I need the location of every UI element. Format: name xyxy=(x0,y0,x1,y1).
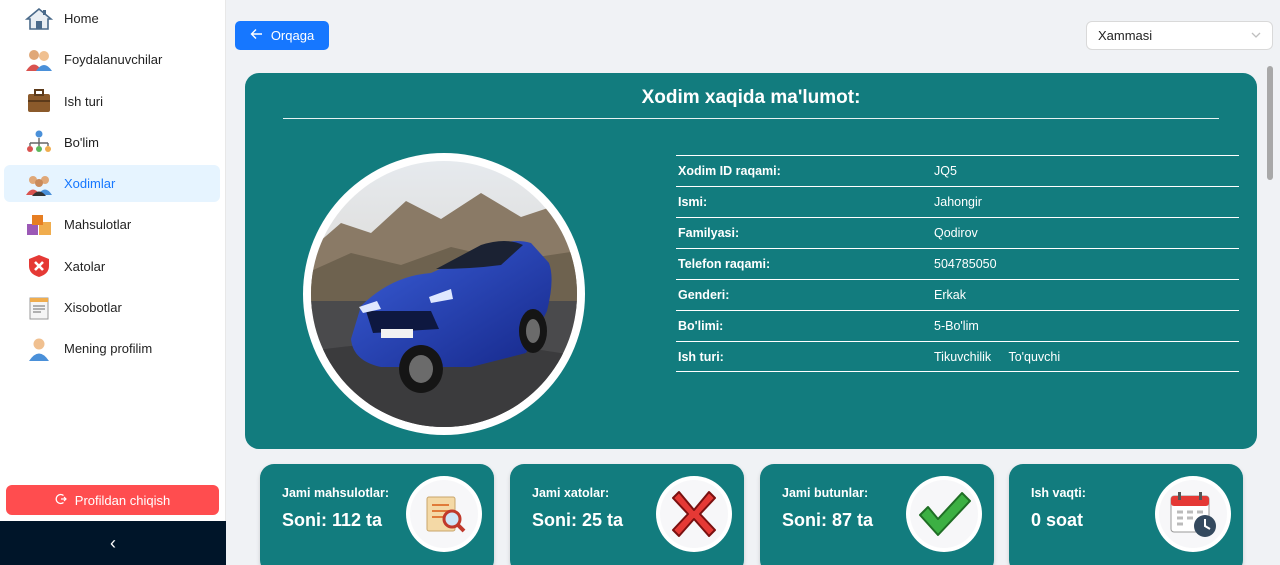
arrow-left-icon xyxy=(250,28,263,43)
sidebar-item-mahsulotlar[interactable]: Mahsulotlar xyxy=(4,206,220,243)
detail-value: Jahongir xyxy=(934,195,982,209)
sidebar-item-mening-profilim[interactable]: Mening profilim xyxy=(4,330,220,367)
stat-label: Jami butunlar: xyxy=(782,486,869,500)
employee-avatar xyxy=(303,153,585,435)
table-row: Familyasi: Qodirov xyxy=(676,217,1239,248)
employees-icon xyxy=(24,171,54,197)
products-icon xyxy=(24,212,54,238)
work-type-tag: To'quvchi xyxy=(1008,349,1061,364)
users-icon xyxy=(24,47,54,73)
sidebar-item-xisobotlar[interactable]: Xisobotlar xyxy=(4,289,220,326)
magnifier-document-icon xyxy=(406,476,482,552)
scrollbar-thumb[interactable] xyxy=(1267,66,1273,180)
sidebar-item-label: Bo'lim xyxy=(64,134,99,150)
employee-details-table: Xodim ID raqami: JQ5 Ismi: Jahongir Fami… xyxy=(676,155,1239,372)
sidebar-item-label: Ish turi xyxy=(64,93,104,109)
org-chart-icon xyxy=(24,129,54,155)
sidebar-menu: Home Foydalanuvchilar Ish turi Bo'lim Xo… xyxy=(4,0,220,372)
stat-value: 0 soat xyxy=(1031,510,1084,530)
info-card-title: Xodim xaqida ma'lumot: xyxy=(641,87,861,108)
table-row: Ismi: Jahongir xyxy=(676,186,1239,217)
detail-label: Ish turi: xyxy=(678,349,724,364)
sidebar-item-label: Home xyxy=(64,11,99,26)
profile-icon xyxy=(24,336,54,362)
detail-value: Erkak xyxy=(934,288,966,302)
back-button[interactable]: Orqaga xyxy=(235,21,329,50)
detail-value: JQ5 xyxy=(934,164,957,178)
sidebar-item-label: Mahsulotlar xyxy=(64,217,132,233)
detail-label: Ismi: xyxy=(678,195,708,209)
stat-card-xatolar: Jami xatolar: Soni: 25 ta xyxy=(510,464,744,565)
logout-label: Profildan chiqish xyxy=(74,492,171,508)
stat-value: Soni: 25 ta xyxy=(532,510,624,530)
filter-select[interactable]: Xammasi xyxy=(1086,21,1273,50)
stat-label: Jami mahsulotlar: xyxy=(282,486,389,500)
table-row: Telefon raqami: 504785050 xyxy=(676,248,1239,279)
title-divider xyxy=(283,118,1219,119)
stat-value: Soni: 112 ta xyxy=(282,510,383,530)
stat-value: Soni: 87 ta xyxy=(782,510,874,530)
sidebar-item-label: Xodimlar xyxy=(64,176,116,192)
detail-label: Telefon raqami: xyxy=(678,257,771,271)
table-row: Xodim ID raqami: JQ5 xyxy=(676,155,1239,186)
sidebar-item-label: Foydalanuvchilar xyxy=(64,52,163,68)
table-row: Ish turi: Tikuvchilik To'quvchi xyxy=(676,341,1239,372)
detail-value: 5-Bo'lim xyxy=(934,319,979,333)
stat-label: Jami xatolar: xyxy=(532,486,610,500)
stat-card-mahsulotlar: Jami mahsulotlar: Soni: 112 ta xyxy=(260,464,494,565)
employee-info-card: Xodim xaqida ma'lumot: Xodim ID raqami: … xyxy=(245,73,1257,449)
sidebar-item-xatolar[interactable]: Xatolar xyxy=(4,248,220,285)
sidebar: Home Foydalanuvchilar Ish turi Bo'lim Xo… xyxy=(0,0,226,565)
briefcase-icon xyxy=(24,88,54,114)
calendar-clock-icon xyxy=(1155,476,1231,552)
sidebar-item-home[interactable]: Home xyxy=(4,0,220,37)
sidebar-item-foydalanuvchilar[interactable]: Foydalanuvchilar xyxy=(4,41,220,78)
chevron-left-icon: ‹ xyxy=(110,532,116,553)
error-shield-icon xyxy=(24,253,54,279)
detail-value: Qodirov xyxy=(934,226,978,240)
logout-button[interactable]: Profildan chiqish xyxy=(6,485,219,515)
back-button-label: Orqaga xyxy=(270,28,315,43)
detail-label: Xodim ID raqami: xyxy=(678,164,781,178)
detail-value: Tikuvchilik To'quvchi xyxy=(934,350,1239,364)
red-x-icon xyxy=(656,476,732,552)
filter-select-value: Xammasi xyxy=(1098,28,1153,43)
table-row: Bo'limi: 5-Bo'lim xyxy=(676,310,1239,341)
green-check-icon xyxy=(906,476,982,552)
logout-icon xyxy=(55,493,67,508)
sidebar-item-label: Mening profilim xyxy=(64,341,153,357)
home-icon xyxy=(24,6,54,32)
report-icon xyxy=(24,295,54,321)
stat-label: Ish vaqti: xyxy=(1031,486,1086,500)
stat-card-ish-vaqti: Ish vaqti: 0 soat xyxy=(1009,464,1243,565)
sidebar-item-bolim[interactable]: Bo'lim xyxy=(4,124,220,161)
detail-label: Genderi: xyxy=(678,288,730,302)
chevron-down-icon xyxy=(1250,29,1262,44)
detail-value: 504785050 xyxy=(934,257,997,271)
sidebar-item-label: Xisobotlar xyxy=(64,300,122,316)
work-type-tag: Tikuvchilik xyxy=(934,349,992,364)
sidebar-item-xodimlar[interactable]: Xodimlar xyxy=(4,165,220,203)
table-row: Genderi: Erkak xyxy=(676,279,1239,310)
detail-label: Bo'limi: xyxy=(678,319,724,333)
stat-card-butunlar: Jami butunlar: Soni: 87 ta xyxy=(760,464,994,565)
avatar-car-photo xyxy=(311,161,577,427)
sidebar-collapse-button[interactable]: ‹ xyxy=(0,521,226,565)
sidebar-item-ish-turi[interactable]: Ish turi xyxy=(4,83,220,120)
detail-label: Familyasi: xyxy=(678,226,740,240)
sidebar-item-label: Xatolar xyxy=(64,258,106,274)
